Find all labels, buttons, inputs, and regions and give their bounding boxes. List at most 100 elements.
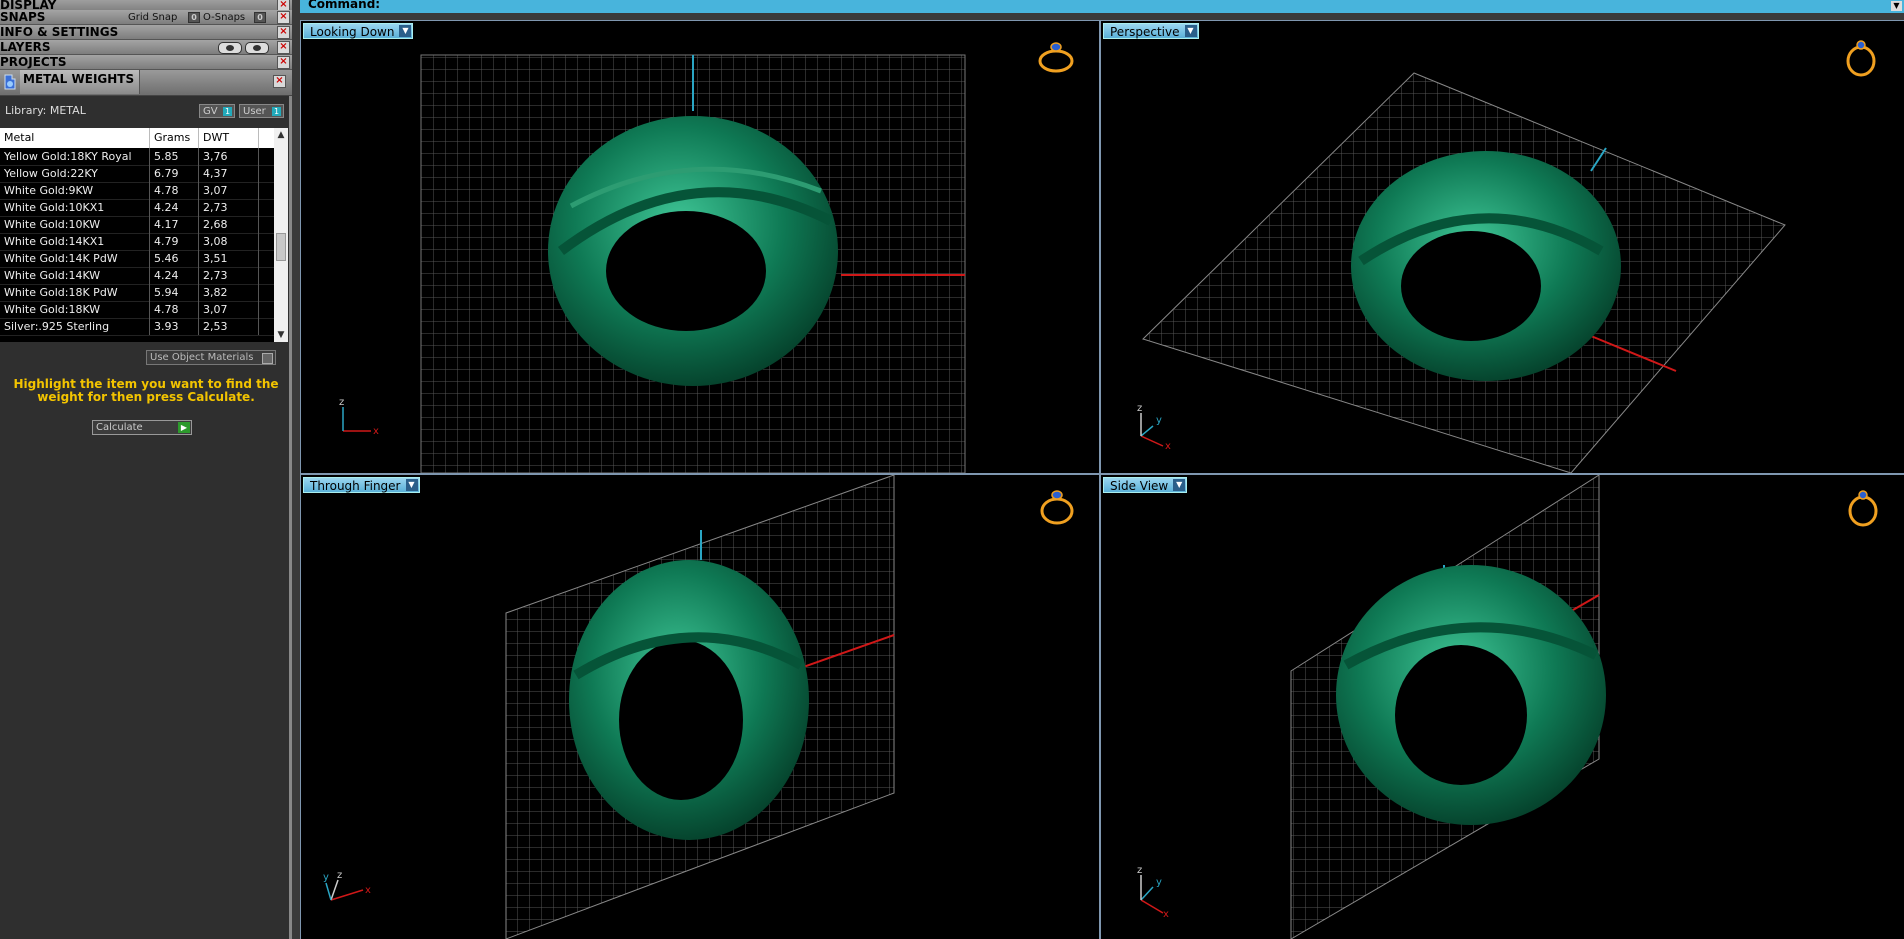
- section-snaps[interactable]: SNAPS Grid Snap 0 O-Snaps 0 ×: [0, 10, 292, 25]
- cell-grams: 4.79: [150, 233, 199, 250]
- calculate-button[interactable]: Calculate ▶: [92, 420, 192, 435]
- viewport-label-side-view[interactable]: Side View ▼: [1103, 477, 1188, 493]
- table-row[interactable]: White Gold:14KX1 4.79 3,08: [0, 233, 274, 251]
- viewport-side-view-canvas[interactable]: x y z: [1101, 475, 1904, 939]
- metal-weights-table[interactable]: Metal Grams DWT Yellow Gold:18KY Royal 5.…: [0, 128, 288, 342]
- cell-metal: White Gold:14KW: [0, 267, 150, 284]
- layers-show-eye-icon[interactable]: [245, 42, 269, 54]
- cell-metal: White Gold:18K PdW: [0, 284, 150, 301]
- table-row[interactable]: Yellow Gold:22KY 6.79 4,37: [0, 165, 274, 183]
- viewport-through-finger[interactable]: x y z Through Finger ▼: [301, 475, 1099, 939]
- ring-model[interactable]: [569, 560, 809, 840]
- table-row[interactable]: White Gold:10KX1 4.24 2,73: [0, 199, 274, 217]
- metal-weights-title: METAL WEIGHTS: [23, 72, 135, 86]
- svg-text:y: y: [323, 872, 329, 883]
- svg-text:y: y: [1156, 877, 1162, 888]
- gv-label: GV: [203, 106, 218, 117]
- table-row[interactable]: White Gold:14K PdW 5.46 3,51: [0, 250, 274, 268]
- cell-grams: 5.46: [150, 250, 199, 267]
- viewport-label-through-finger[interactable]: Through Finger ▼: [303, 477, 420, 493]
- section-info-settings-label: INFO & SETTINGS: [0, 25, 119, 39]
- scroll-thumb[interactable]: [276, 233, 286, 261]
- cell-grams: 4.78: [150, 301, 199, 318]
- viewport-looking-down[interactable]: x z Looking Down ▼: [301, 21, 1099, 473]
- close-icon[interactable]: ×: [277, 41, 290, 54]
- cell-dwt: 3,08: [199, 233, 259, 250]
- section-info-settings[interactable]: INFO & SETTINGS ×: [0, 25, 292, 40]
- close-icon[interactable]: ×: [273, 75, 286, 88]
- render-ring-icon[interactable]: [1036, 39, 1076, 75]
- svg-text:x: x: [365, 885, 371, 896]
- command-bar[interactable]: Command: ▼: [300, 0, 1904, 13]
- close-icon[interactable]: ×: [277, 11, 290, 24]
- section-layers[interactable]: LAYERS ×: [0, 40, 292, 55]
- render-ring-icon[interactable]: [1843, 487, 1883, 527]
- table-header: Metal Grams DWT: [0, 128, 274, 148]
- table-row[interactable]: Yellow Gold:18KY Royal 5.85 3,76: [0, 148, 274, 166]
- calculate-hint-text: Highlight the item you want to find the …: [13, 377, 279, 404]
- grid-snap-toggle[interactable]: 0: [188, 12, 200, 23]
- cell-grams: 5.94: [150, 284, 199, 301]
- viewport-side-view[interactable]: x y z Side View ▼: [1101, 475, 1904, 939]
- table-row[interactable]: White Gold:9KW 4.78 3,07: [0, 182, 274, 200]
- gv-library-button[interactable]: GV 1: [199, 104, 235, 118]
- user-indicator: 1: [272, 107, 281, 116]
- layers-hide-icon[interactable]: [218, 42, 242, 54]
- viewport-through-finger-canvas[interactable]: x y z: [301, 475, 1099, 939]
- use-object-materials-toggle[interactable]: Use Object Materials: [146, 350, 276, 365]
- viewport-dropdown-icon[interactable]: ▼: [1173, 479, 1186, 491]
- cell-dwt: 3,82: [199, 284, 259, 301]
- o-snaps-toggle[interactable]: 0: [254, 12, 266, 23]
- column-header-metal[interactable]: Metal: [0, 128, 150, 148]
- calculate-label: Calculate: [96, 422, 143, 433]
- section-layers-label: LAYERS: [0, 40, 51, 54]
- cell-grams: 4.17: [150, 216, 199, 233]
- viewport-through-finger-name: Through Finger: [310, 479, 401, 493]
- column-header-dwt[interactable]: DWT: [199, 128, 259, 148]
- render-ring-icon[interactable]: [1037, 487, 1077, 527]
- viewport-perspective-canvas[interactable]: x y z: [1101, 21, 1904, 473]
- table-row[interactable]: White Gold:18K PdW 5.94 3,82: [0, 284, 274, 302]
- table-row[interactable]: White Gold:10KW 4.17 2,68: [0, 216, 274, 234]
- play-arrow-icon[interactable]: ▶: [178, 422, 190, 433]
- scroll-up-arrow-icon[interactable]: ▲: [274, 128, 288, 142]
- cell-grams: 4.24: [150, 199, 199, 216]
- viewport-label-perspective[interactable]: Perspective ▼: [1103, 23, 1199, 39]
- axis-triad: x z: [339, 397, 379, 437]
- cell-metal: Yellow Gold:18KY Royal: [0, 148, 150, 165]
- metal-weights-tab[interactable]: METAL WEIGHTS: [20, 70, 140, 94]
- column-header-grams[interactable]: Grams: [150, 128, 199, 148]
- section-projects[interactable]: PROJECTS ×: [0, 55, 292, 70]
- close-icon[interactable]: ×: [277, 56, 290, 69]
- viewport-looking-down-canvas[interactable]: x z: [301, 21, 1099, 473]
- viewport-dropdown-icon[interactable]: ▼: [1184, 25, 1197, 37]
- section-snaps-label: SNAPS: [0, 10, 46, 24]
- svg-text:x: x: [373, 426, 379, 437]
- use-object-materials-checkbox[interactable]: [262, 353, 273, 364]
- cell-grams: 4.78: [150, 182, 199, 199]
- viewport-perspective[interactable]: x y z Perspective ▼: [1101, 21, 1904, 473]
- close-icon[interactable]: ×: [277, 26, 290, 39]
- o-snaps-label: O-Snaps: [203, 12, 246, 23]
- ring-model[interactable]: [1336, 565, 1606, 825]
- table-row[interactable]: White Gold:18KW 4.78 3,07: [0, 301, 274, 319]
- user-library-button[interactable]: User 1: [239, 104, 284, 118]
- table-scrollbar[interactable]: ▲ ▼: [274, 128, 288, 342]
- table-row[interactable]: Silver:.925 Sterling 3.93 2,53: [0, 318, 274, 336]
- axis-triad: x y z: [1137, 403, 1171, 452]
- table-row[interactable]: White Gold:14KW 4.24 2,73: [0, 267, 274, 285]
- viewport-dropdown-icon[interactable]: ▼: [405, 479, 418, 491]
- ring-model[interactable]: [548, 116, 838, 386]
- render-ring-icon[interactable]: [1841, 37, 1881, 77]
- viewport-looking-down-name: Looking Down: [310, 25, 395, 39]
- command-label: Command:: [308, 0, 381, 11]
- command-dropdown-icon[interactable]: ▼: [1891, 1, 1902, 11]
- svg-text:z: z: [1137, 403, 1142, 414]
- svg-text:z: z: [337, 870, 342, 881]
- cell-dwt: 3,51: [199, 250, 259, 267]
- ring-model[interactable]: [1351, 151, 1621, 381]
- scroll-down-arrow-icon[interactable]: ▼: [274, 328, 288, 342]
- viewport-dropdown-icon[interactable]: ▼: [399, 25, 412, 37]
- viewport-label-looking-down[interactable]: Looking Down ▼: [303, 23, 414, 39]
- grid-snap-label: Grid Snap: [128, 12, 178, 23]
